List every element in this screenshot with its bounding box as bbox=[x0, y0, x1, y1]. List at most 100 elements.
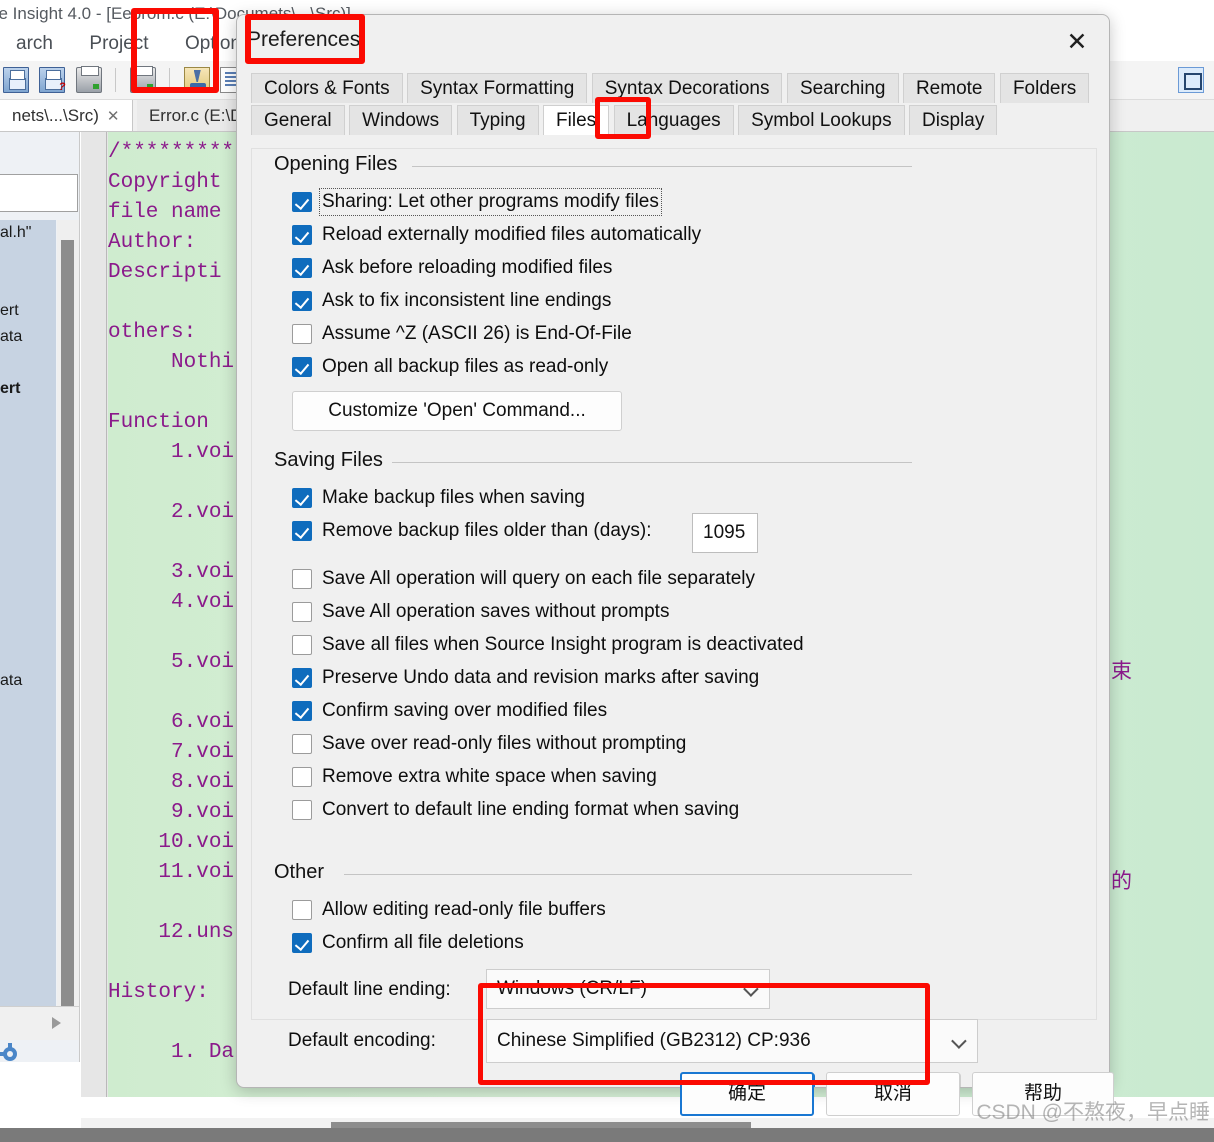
checkbox-box[interactable] bbox=[292, 668, 312, 688]
checkbox-confirm-saving-over[interactable]: Confirm saving over modified files bbox=[292, 700, 607, 730]
list-item[interactable]: ert bbox=[0, 298, 56, 324]
checkbox-confirm-file-deletions[interactable]: Confirm all file deletions bbox=[292, 932, 524, 962]
symbol-list[interactable]: al.h" ert ata ert ata bbox=[0, 220, 56, 1006]
checkbox-label: Preserve Undo data and revision marks af… bbox=[322, 667, 760, 688]
tab-close-icon[interactable]: ✕ bbox=[107, 108, 120, 125]
checkbox-box[interactable] bbox=[292, 192, 312, 212]
checkbox-box[interactable] bbox=[292, 488, 312, 508]
checkbox-box[interactable] bbox=[292, 767, 312, 787]
label-default-encoding: Default encoding: bbox=[288, 1030, 436, 1051]
tab-languages[interactable]: Languages bbox=[613, 105, 734, 135]
cancel-button-overlay[interactable]: 取消 bbox=[826, 1072, 960, 1116]
symbol-search-input[interactable]: +L) bbox=[0, 174, 78, 212]
list-item[interactable] bbox=[0, 428, 56, 668]
checkbox-allow-edit-readonly[interactable]: Allow editing read-only file buffers bbox=[292, 899, 606, 929]
checkbox-box[interactable] bbox=[292, 291, 312, 311]
checkbox-box[interactable] bbox=[292, 701, 312, 721]
checkbox-label: Ask to fix inconsistent line endings bbox=[322, 290, 612, 311]
group-divider bbox=[392, 462, 912, 463]
list-item[interactable] bbox=[0, 272, 56, 298]
checkbox-box[interactable] bbox=[292, 225, 312, 245]
checkbox-assume-ctrlz-eof[interactable]: Assume ^Z (ASCII 26) is End-Of-File bbox=[292, 323, 632, 353]
list-item[interactable] bbox=[0, 350, 56, 376]
checkbox-label: Save All operation saves without prompts bbox=[322, 601, 670, 622]
checkbox-box[interactable] bbox=[292, 357, 312, 377]
save-icon[interactable] bbox=[3, 67, 29, 93]
ok-button-overlay[interactable]: 确定 bbox=[680, 1072, 814, 1116]
symbol-window-icon[interactable] bbox=[1177, 67, 1204, 93]
tab-typing[interactable]: Typing bbox=[456, 105, 539, 135]
list-item[interactable]: al.h" bbox=[0, 220, 56, 246]
checkbox-box[interactable] bbox=[292, 734, 312, 754]
tab-remote[interactable]: Remote bbox=[902, 73, 996, 103]
checkbox-label: Convert to default line ending format wh… bbox=[322, 799, 740, 820]
group-divider bbox=[412, 166, 912, 167]
gear-icon bbox=[0, 1043, 17, 1061]
editor-tab-eeprom[interactable]: nets\...\Src) ✕ bbox=[0, 100, 133, 131]
tab-syntax-formatting[interactable]: Syntax Formatting bbox=[407, 73, 588, 103]
checkbox-sharing[interactable]: Sharing: Let other programs modify files bbox=[292, 188, 662, 221]
close-icon[interactable]: ✕ bbox=[1045, 15, 1109, 69]
checkbox-box[interactable] bbox=[292, 521, 312, 541]
save-as-icon[interactable]: ? bbox=[39, 67, 66, 93]
checkbox-box[interactable] bbox=[292, 258, 312, 278]
list-item[interactable] bbox=[0, 402, 56, 428]
list-item[interactable]: ata bbox=[0, 668, 56, 694]
checkbox-convert-line-ending[interactable]: Convert to default line ending format wh… bbox=[292, 799, 739, 829]
group-divider bbox=[344, 874, 912, 875]
list-item[interactable] bbox=[0, 246, 56, 272]
default-line-ending-select[interactable]: Windows (CR/LF) bbox=[486, 969, 770, 1009]
checkbox-make-backup[interactable]: Make backup files when saving bbox=[292, 487, 585, 517]
checkbox-save-readonly-no-prompt[interactable]: Save over read-only files without prompt… bbox=[292, 733, 686, 763]
checkbox-box[interactable] bbox=[292, 635, 312, 655]
tab-searching[interactable]: Searching bbox=[786, 73, 899, 103]
checkbox-remove-backup-older[interactable]: Remove backup files older than (days): bbox=[292, 520, 652, 550]
checkbox-reload-externally[interactable]: Reload externally modified files automat… bbox=[292, 224, 701, 254]
checkbox-ask-fix-line-endings[interactable]: Ask to fix inconsistent line endings bbox=[292, 290, 611, 320]
symbol-list-scrollbar[interactable] bbox=[57, 220, 79, 1040]
checkbox-ask-before-reloading[interactable]: Ask before reloading modified files bbox=[292, 257, 612, 287]
tab-windows[interactable]: Windows bbox=[349, 105, 453, 135]
list-item[interactable]: ata bbox=[0, 324, 56, 350]
save-all-icon[interactable] bbox=[75, 66, 102, 93]
dialog-tab-row-1: Colors & Fonts Syntax Formatting Syntax … bbox=[251, 73, 1097, 103]
symbol-panel-footer bbox=[0, 1006, 79, 1040]
checkbox-remove-extra-whitespace[interactable]: Remove extra white space when saving bbox=[292, 766, 657, 796]
checkbox-label: Reload externally modified files automat… bbox=[322, 224, 702, 245]
customize-open-command-button[interactable]: Customize 'Open' Command... bbox=[292, 391, 622, 431]
cut-icon[interactable] bbox=[183, 67, 210, 93]
menu-item-search[interactable]: arch bbox=[0, 27, 69, 61]
print-icon[interactable] bbox=[129, 66, 156, 93]
checkbox-box[interactable] bbox=[292, 602, 312, 622]
tab-symbol-lookups[interactable]: Symbol Lookups bbox=[738, 105, 905, 135]
checkbox-box[interactable] bbox=[292, 324, 312, 344]
checkbox-label: Save All operation will query on each fi… bbox=[322, 568, 756, 589]
scrollbar-thumb[interactable] bbox=[61, 240, 74, 1040]
backup-days-input[interactable]: 1095 bbox=[692, 513, 758, 553]
checkbox-label: Remove extra white space when saving bbox=[322, 766, 657, 787]
checkbox-box[interactable] bbox=[292, 569, 312, 589]
toolbar-separator-1 bbox=[115, 68, 117, 92]
tab-general[interactable]: General bbox=[251, 105, 345, 135]
tab-files[interactable]: Files bbox=[543, 105, 610, 135]
group-title-opening-files: Opening Files bbox=[274, 153, 406, 176]
screenshot-root: ce Insight 4.0 - [Eeprom.c (E:\Documets\… bbox=[0, 0, 1214, 1142]
checkbox-saveall-no-prompts[interactable]: Save All operation saves without prompts bbox=[292, 601, 669, 631]
checkbox-box[interactable] bbox=[292, 800, 312, 820]
checkbox-box[interactable] bbox=[292, 933, 312, 953]
tab-folders[interactable]: Folders bbox=[999, 73, 1090, 103]
checkbox-save-when-deactivated[interactable]: Save all files when Source Insight progr… bbox=[292, 634, 804, 664]
checkbox-preserve-undo[interactable]: Preserve Undo data and revision marks af… bbox=[292, 667, 759, 697]
select-value: Windows (CR/LF) bbox=[497, 978, 647, 999]
checkbox-box[interactable] bbox=[292, 900, 312, 920]
menu-item-project[interactable]: Project bbox=[73, 27, 164, 61]
checkbox-saveall-query-each[interactable]: Save All operation will query on each fi… bbox=[292, 568, 755, 598]
preferences-dialog: Preferences ✕ Colors & Fonts Syntax Form… bbox=[236, 14, 1110, 1088]
checkbox-open-backup-readonly[interactable]: Open all backup files as read-only bbox=[292, 356, 608, 386]
chevron-right-icon[interactable] bbox=[52, 1017, 61, 1029]
tab-display[interactable]: Display bbox=[909, 105, 998, 135]
tab-syntax-decorations[interactable]: Syntax Decorations bbox=[591, 73, 783, 103]
default-encoding-select[interactable]: Chinese Simplified (GB2312) CP:936 bbox=[486, 1019, 978, 1063]
tab-colors-fonts[interactable]: Colors & Fonts bbox=[251, 73, 403, 103]
list-item[interactable]: ert bbox=[0, 376, 56, 402]
